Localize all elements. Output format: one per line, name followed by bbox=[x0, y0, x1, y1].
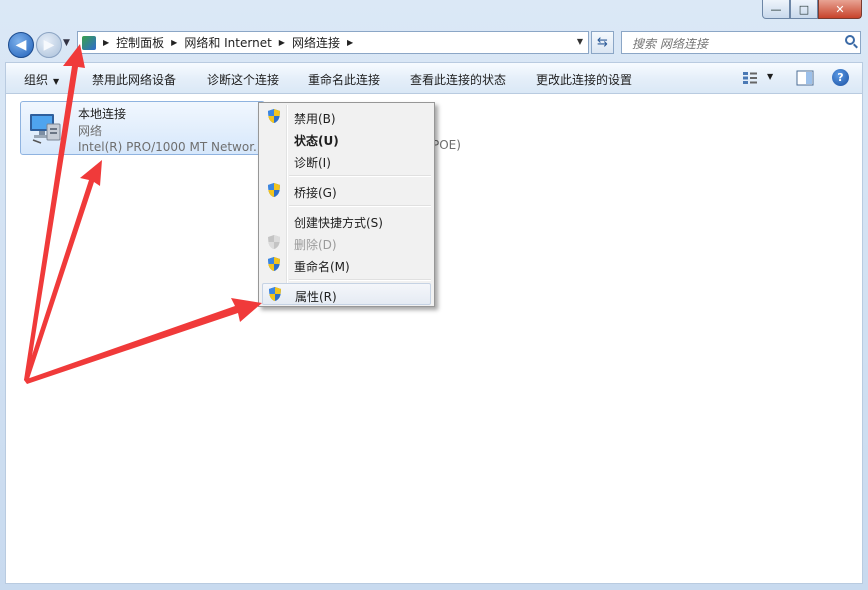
forward-button[interactable]: ▶ bbox=[36, 32, 62, 58]
breadcrumb-separator-icon[interactable]: ▶ bbox=[279, 38, 285, 47]
minimize-button[interactable]: — bbox=[762, 0, 790, 19]
address-dropdown-icon[interactable]: ▼ bbox=[577, 37, 583, 46]
menu-item-bridge[interactable]: 桥接(G) bbox=[262, 180, 431, 202]
menu-item-label: 删除(D) bbox=[294, 238, 337, 252]
menu-separator bbox=[289, 205, 431, 207]
view-status-button[interactable]: 查看此连接的状态 bbox=[410, 71, 506, 88]
breadcrumb-network-internet[interactable]: 网络和 Internet bbox=[184, 34, 271, 51]
close-button[interactable]: ✕ bbox=[818, 0, 862, 19]
menu-item-delete: 删除(D) bbox=[262, 232, 431, 254]
context-menu: 禁用(B) 状态(U) 诊断(I) 桥接(G) 创建快捷方式(S) 删除(D) … bbox=[258, 102, 435, 307]
breadcrumb-separator-icon[interactable]: ▶ bbox=[103, 38, 109, 47]
organize-label: 组织 bbox=[24, 73, 49, 87]
chevron-down-icon: ▼ bbox=[53, 77, 60, 86]
menu-item-disable[interactable]: 禁用(B) bbox=[262, 106, 431, 128]
refresh-icon: ⇆ bbox=[597, 35, 608, 50]
menu-item-rename[interactable]: 重命名(M) bbox=[262, 254, 431, 276]
menu-item-properties[interactable]: 属性(R) bbox=[262, 283, 431, 305]
organize-menu[interactable]: 组织 ▼ bbox=[24, 71, 59, 88]
diagnose-connection-button[interactable]: 诊断这个连接 bbox=[207, 71, 279, 88]
back-arrow-icon: ◀ bbox=[15, 37, 27, 53]
uac-shield-icon bbox=[269, 287, 281, 301]
connection-type: 网络 bbox=[78, 124, 103, 138]
search-input[interactable] bbox=[630, 33, 834, 54]
control-panel-icon bbox=[82, 35, 96, 50]
uac-shield-icon bbox=[268, 183, 280, 197]
forward-arrow-icon: ▶ bbox=[43, 37, 55, 53]
breadcrumb-separator-icon[interactable]: ▶ bbox=[171, 38, 177, 47]
menu-separator bbox=[289, 279, 431, 281]
help-icon[interactable]: ? bbox=[832, 69, 849, 86]
menu-item-label: 诊断(I) bbox=[294, 156, 331, 170]
menu-item-label: 状态(U) bbox=[294, 134, 339, 148]
menu-item-create-shortcut[interactable]: 创建快捷方式(S) bbox=[262, 210, 431, 232]
menu-item-diagnose[interactable]: 诊断(I) bbox=[262, 150, 431, 172]
connection-item-local[interactable]: 本地连接 网络 Intel(R) PRO/1000 MT Networ... bbox=[20, 101, 265, 155]
breadcrumb-separator-icon[interactable]: ▶ bbox=[347, 38, 353, 47]
address-bar[interactable]: ▶ 控制面板 ▶ 网络和 Internet ▶ 网络连接 ▶ ▼ bbox=[77, 31, 589, 54]
network-adapter-icon bbox=[30, 114, 61, 144]
refresh-button[interactable]: ⇆ bbox=[591, 31, 614, 54]
view-options-icon[interactable] bbox=[742, 71, 758, 85]
menu-item-label: 属性(R) bbox=[295, 290, 337, 304]
preview-pane-icon[interactable] bbox=[796, 70, 814, 86]
change-settings-button[interactable]: 更改此连接的设置 bbox=[536, 71, 632, 88]
menu-item-status[interactable]: 状态(U) bbox=[262, 128, 431, 150]
menu-separator bbox=[289, 175, 431, 177]
breadcrumb-control-panel[interactable]: 控制面板 bbox=[116, 34, 164, 51]
recent-pages-dropdown[interactable]: ▼ bbox=[63, 38, 70, 48]
command-bar: 组织 ▼ 禁用此网络设备 诊断这个连接 重命名此连接 查看此连接的状态 更改此连接… bbox=[5, 62, 863, 94]
disable-device-button[interactable]: 禁用此网络设备 bbox=[92, 71, 176, 88]
connection-name: 本地连接 bbox=[78, 107, 127, 121]
uac-shield-icon bbox=[268, 257, 280, 271]
rename-connection-button[interactable]: 重命名此连接 bbox=[308, 71, 380, 88]
menu-item-label: 禁用(B) bbox=[294, 112, 336, 126]
caption-buttons: — □ ✕ bbox=[762, 0, 862, 20]
uac-shield-icon bbox=[268, 235, 280, 249]
search-icon[interactable] bbox=[845, 35, 855, 45]
connection-device: Intel(R) PRO/1000 MT Networ... bbox=[78, 140, 265, 154]
menu-item-label: 桥接(G) bbox=[294, 186, 337, 200]
back-button[interactable]: ◀ bbox=[8, 32, 34, 58]
search-box[interactable] bbox=[621, 31, 861, 54]
view-options-dropdown-icon[interactable]: ▼ bbox=[767, 72, 773, 81]
partially-hidden-text: POE) bbox=[432, 138, 461, 152]
maximize-button[interactable]: □ bbox=[790, 0, 818, 19]
menu-item-label: 重命名(M) bbox=[294, 260, 350, 274]
breadcrumb-network-connections[interactable]: 网络连接 bbox=[292, 34, 340, 51]
menu-item-label: 创建快捷方式(S) bbox=[294, 216, 383, 230]
uac-shield-icon bbox=[268, 109, 280, 123]
